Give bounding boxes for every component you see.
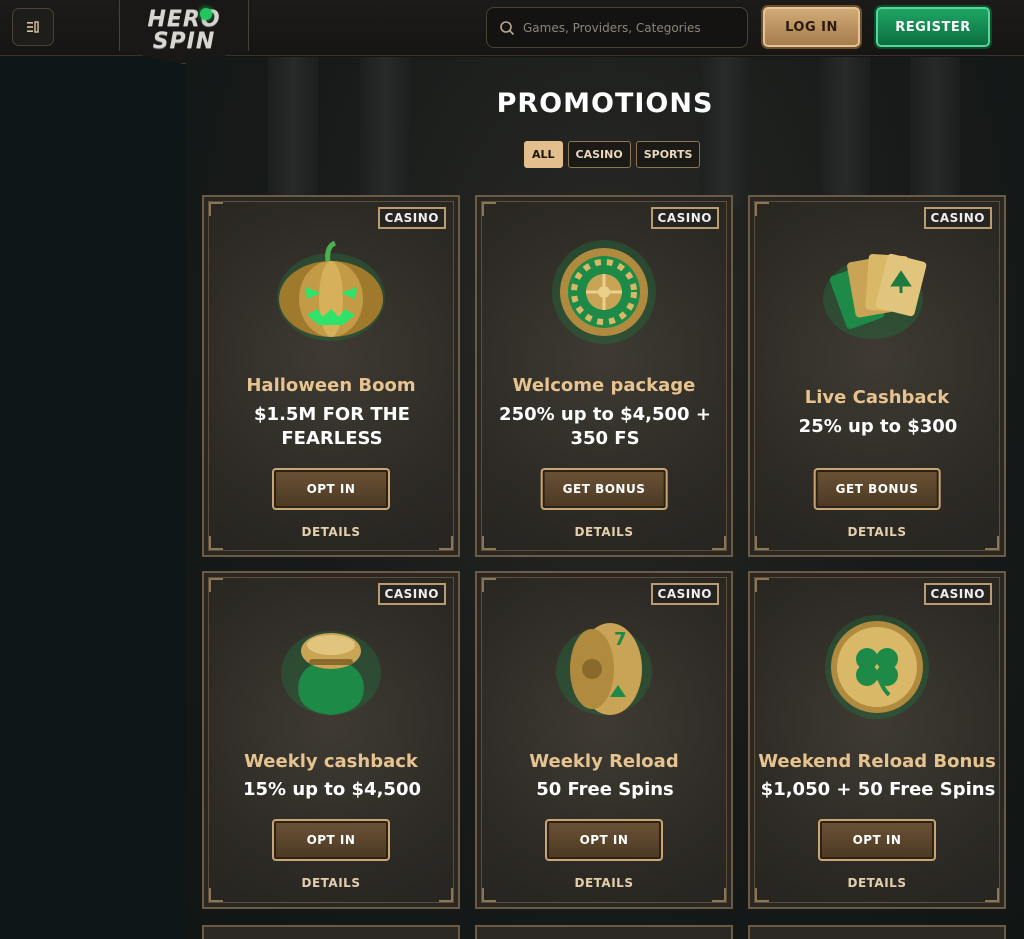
- card-corner-ornament: [755, 578, 769, 592]
- card-corner-ornament: [482, 888, 496, 902]
- hero-spin-logo[interactable]: HERO SPIN: [119, 0, 249, 64]
- search-box[interactable]: [486, 7, 748, 48]
- tab-casino[interactable]: CASINO: [567, 141, 631, 168]
- card-corner-ornament: [209, 202, 223, 216]
- card-corner-ornament: [755, 202, 769, 216]
- card-corner-ornament: [482, 202, 496, 216]
- top-header: HERO SPIN LOG IN REGISTER: [0, 0, 1024, 64]
- tab-all[interactable]: ALL: [524, 141, 563, 168]
- svg-text:7: 7: [614, 629, 627, 650]
- details-link[interactable]: DETAILS: [477, 525, 731, 539]
- background-pillar: [910, 57, 960, 207]
- promo-card: CASINO Live Cashback 25% up to $300 GET …: [748, 195, 1006, 557]
- promo-card: CASINO 7 Weekly Reload 50 Free Spins OPT…: [475, 571, 733, 909]
- search-input[interactable]: [523, 20, 733, 35]
- cards-icon: [817, 239, 937, 349]
- category-badge: CASINO: [923, 207, 992, 229]
- promo-card: CASINO Weekly cashback 15% up to $4,500 …: [202, 571, 460, 909]
- details-link[interactable]: DETAILS: [750, 876, 1004, 890]
- clover-coin-icon: [817, 611, 937, 721]
- card-corner-ornament: [985, 888, 999, 902]
- promo-filter-tabs: ALL CASINO SPORTS: [524, 141, 701, 168]
- card-corner-ornament: [439, 888, 453, 902]
- search-icon: [500, 20, 515, 35]
- money-bag-icon: [271, 611, 391, 721]
- promo-offer: 250% up to $4,500 + 350 FS: [499, 404, 711, 449]
- page-title: PROMOTIONS: [496, 88, 714, 119]
- details-link[interactable]: DETAILS: [204, 525, 458, 539]
- opt-in-button[interactable]: OPT IN: [272, 468, 390, 510]
- promo-name: Weekly cashback: [244, 751, 418, 772]
- menu-button[interactable]: [12, 8, 54, 46]
- login-button[interactable]: LOG IN: [761, 5, 862, 49]
- promo-name: Halloween Boom: [246, 375, 416, 396]
- card-corner-ornament: [209, 888, 223, 902]
- promo-offer: $1.5M FOR THE FEARLESS: [254, 404, 410, 449]
- background-pillar: [268, 57, 318, 207]
- register-button[interactable]: REGISTER: [874, 5, 992, 49]
- details-link[interactable]: DETAILS: [477, 876, 731, 890]
- promo-offer: $1,050 + 50 Free Spins: [760, 779, 996, 800]
- promo-name: Weekly Reload: [529, 751, 679, 772]
- slot-reel-icon: 7: [544, 611, 664, 721]
- promo-name: Welcome package: [512, 375, 696, 396]
- promo-card-partial: [748, 925, 1006, 939]
- promo-offer: 25% up to $300: [798, 416, 958, 437]
- pumpkin-icon: [271, 237, 391, 347]
- category-badge: CASINO: [923, 583, 992, 605]
- category-badge: CASINO: [377, 583, 446, 605]
- card-corner-ornament: [712, 888, 726, 902]
- logo-gem-icon: [200, 8, 212, 20]
- card-corner-ornament: [209, 578, 223, 592]
- opt-in-button[interactable]: OPT IN: [545, 819, 663, 861]
- card-corner-ornament: [482, 578, 496, 592]
- get-bonus-button[interactable]: GET BONUS: [813, 468, 941, 510]
- details-link[interactable]: DETAILS: [750, 525, 1004, 539]
- card-corner-ornament: [755, 888, 769, 902]
- get-bonus-button[interactable]: GET BONUS: [540, 468, 668, 510]
- promo-card-partial: [202, 925, 460, 939]
- opt-in-button[interactable]: OPT IN: [272, 819, 390, 861]
- category-badge: CASINO: [377, 207, 446, 229]
- category-badge: CASINO: [650, 207, 719, 229]
- menu-icon: [27, 21, 39, 33]
- promo-offer: 50 Free Spins: [536, 779, 674, 800]
- details-link[interactable]: DETAILS: [204, 876, 458, 890]
- category-badge: CASINO: [650, 583, 719, 605]
- promo-card-partial: [475, 925, 733, 939]
- promo-card: CASINO Weekend Reload Bonus $1,050 + 50 …: [748, 571, 1006, 909]
- promo-card: CASINO Halloween Boom $1.5M FOR THE FEAR…: [202, 195, 460, 557]
- roulette-icon: [544, 237, 664, 347]
- promo-card: CASINO Welcome package 250% up to $4,500…: [475, 195, 733, 557]
- background-pillar: [820, 57, 870, 207]
- promo-name: Live Cashback: [804, 387, 950, 408]
- promo-name: Weekend Reload Bonus: [758, 751, 996, 772]
- logo-text-bottom: SPIN: [152, 28, 216, 54]
- promo-offer: 15% up to $4,500: [242, 779, 421, 800]
- opt-in-button[interactable]: OPT IN: [818, 819, 936, 861]
- tab-sports[interactable]: SPORTS: [635, 141, 701, 168]
- background-pillar: [700, 57, 750, 207]
- background-pillar: [360, 57, 410, 207]
